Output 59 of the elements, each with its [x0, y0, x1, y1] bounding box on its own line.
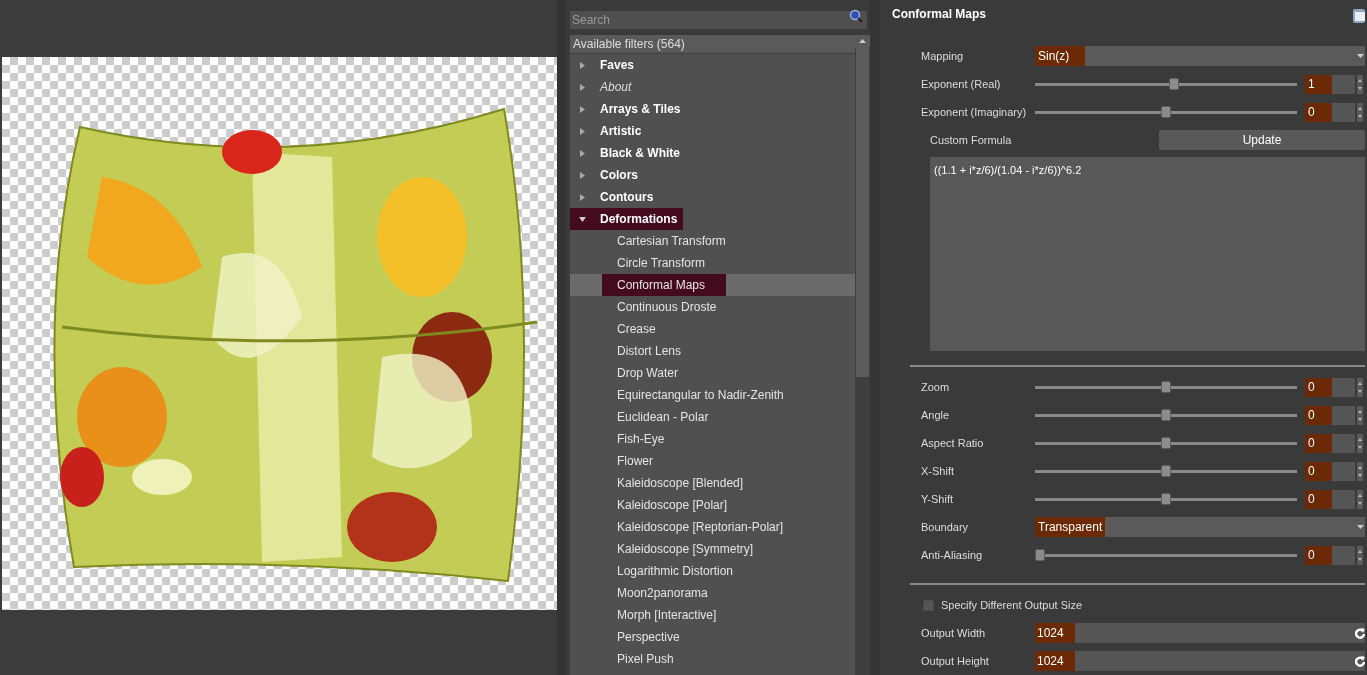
formula-field[interactable]: ((1.1 + i*z/6)/(1.04 - i*z/6))^6.2 — [930, 157, 1365, 351]
category-item[interactable]: About — [570, 76, 638, 98]
setting-label: Anti-Aliasing — [921, 547, 984, 563]
category-item[interactable]: Artistic — [570, 120, 648, 142]
setting-label: X-Shift — [921, 463, 955, 479]
filter-item[interactable]: Flower — [602, 450, 661, 472]
setting-label: Aspect Ratio — [921, 435, 985, 451]
category-item[interactable]: Faves — [570, 54, 641, 76]
category-item[interactable]: Black & White — [570, 142, 686, 164]
filter-item[interactable]: Kaleidoscope [Symmetry] — [602, 538, 762, 560]
category-item[interactable]: Arrays & Tiles — [570, 98, 687, 120]
size-field[interactable]: 1024 — [1035, 651, 1365, 671]
filter-item[interactable]: Distort Lens — [602, 340, 690, 362]
filter-item[interactable]: Perspective — [602, 626, 688, 648]
setting-label: Exponent (Real) — [921, 76, 1002, 92]
number-field[interactable]: 0 — [1305, 405, 1355, 425]
filter-item[interactable]: Pixel Push — [602, 648, 682, 670]
search-field[interactable]: Search — [570, 11, 867, 29]
category-item[interactable]: Contours — [570, 186, 660, 208]
setting-label: Output Width — [921, 625, 987, 641]
filter-item[interactable]: Kaleidoscope [Reptorian-Polar] — [602, 516, 792, 538]
filter-item[interactable]: Crease — [602, 318, 664, 340]
dropdown[interactable]: Transparent — [1035, 517, 1365, 537]
number-field[interactable]: 0 — [1305, 377, 1355, 397]
filter-item[interactable]: Euclidean - Polar — [602, 406, 717, 428]
number-field[interactable]: 0 — [1305, 489, 1355, 509]
size-field[interactable]: 1024 — [1035, 623, 1365, 643]
filter-item[interactable]: Cartesian Transform — [602, 230, 734, 252]
filter-item[interactable]: Moon2panorama — [602, 582, 716, 604]
setting-label: Exponent (Imaginary) — [921, 104, 1028, 120]
update-button[interactable]: Update — [1159, 130, 1365, 150]
filter-item[interactable]: Circle Transform — [602, 252, 713, 274]
category-item[interactable]: Deformations — [570, 208, 684, 230]
setting-label: Zoom — [921, 379, 951, 395]
number-field[interactable]: 0 — [1305, 102, 1355, 122]
filter-item[interactable]: Logarithmic Distortion — [602, 560, 742, 582]
filter-item[interactable]: Continuous Droste — [602, 296, 725, 318]
setting-label: Mapping — [921, 48, 965, 64]
number-field[interactable]: 0 — [1305, 545, 1355, 565]
filter-item[interactable]: Morph [Interactive] — [602, 604, 725, 626]
filter-item[interactable]: Drop Water — [602, 362, 686, 384]
filter-item[interactable]: Conformal Maps — [602, 274, 726, 296]
filter-item[interactable]: Equirectangular to Nadir-Zenith — [602, 384, 792, 406]
number-field[interactable]: 1 — [1305, 74, 1355, 94]
dropdown[interactable]: Sin(z) — [1035, 46, 1365, 66]
setting-label: Custom Formula — [930, 132, 1013, 148]
number-field[interactable]: 0 — [1305, 433, 1355, 453]
panel-title: Conformal Maps — [892, 6, 986, 23]
filter-item[interactable]: Kaleidoscope [Blended] — [602, 472, 752, 494]
list-header: Available filters (564) — [570, 35, 855, 54]
setting-label: Angle — [921, 407, 951, 423]
checkbox-label: Specify Different Output Size — [941, 597, 1083, 613]
setting-label: Output Height — [921, 653, 990, 669]
filter-item[interactable]: Fish-Eye — [602, 428, 673, 450]
filter-item[interactable]: Kaleidoscope [Polar] — [602, 494, 736, 516]
category-item[interactable]: Colors — [570, 164, 644, 186]
setting-label: Boundary — [921, 519, 970, 535]
number-field[interactable]: 0 — [1305, 461, 1355, 481]
setting-label: Y-Shift — [921, 491, 954, 507]
